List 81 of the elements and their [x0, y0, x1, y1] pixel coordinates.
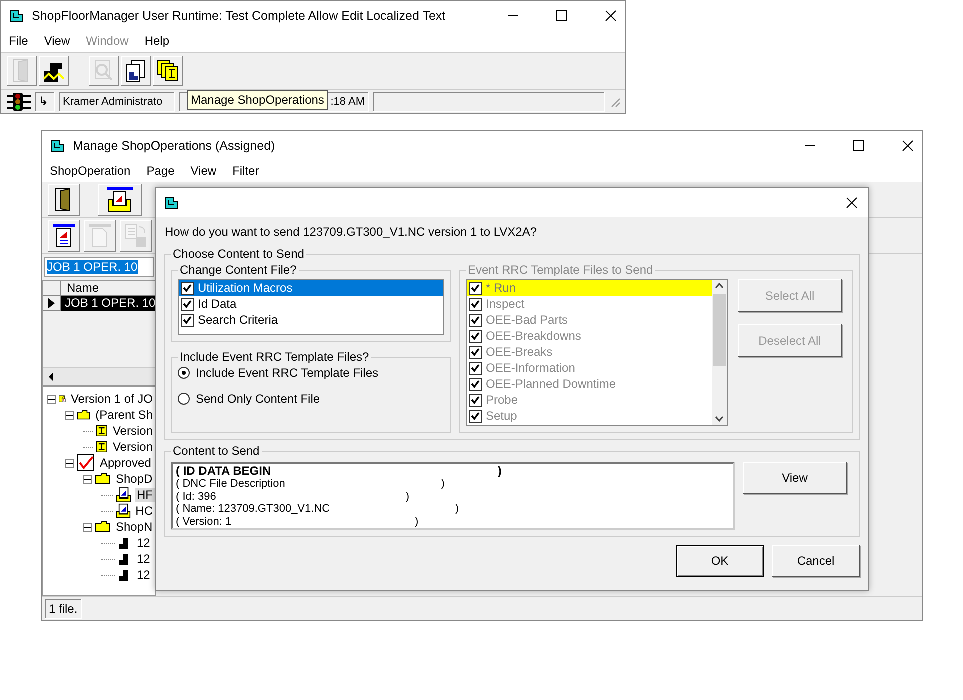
collapse-icon[interactable]	[83, 474, 92, 484]
maximize-icon[interactable]	[853, 140, 865, 152]
window-title: ShopFloorManager User Runtime: Test Complete Allow Edit Localized Text	[32, 8, 446, 22]
tree-item[interactable]: HF	[135, 488, 155, 502]
app-icon	[50, 138, 66, 154]
tree-item[interactable]: 12	[135, 536, 152, 550]
tree-item[interactable]: Version 1 of JO	[68, 392, 155, 406]
window-title: Manage ShopOperations (Assigned)	[73, 138, 276, 152]
ok-button[interactable]: OK	[676, 545, 764, 577]
report-icon	[52, 222, 76, 248]
question-text: How do you want to send 123709.GT300_V1.NC version 1 to LVX2A?	[164, 224, 538, 241]
status-text: 1 file.	[45, 598, 82, 618]
report-tray-icon	[106, 186, 134, 214]
toolbar-button[interactable]	[48, 220, 80, 252]
tree-item[interactable]: ShopN	[114, 520, 155, 534]
horizontal-scrollbar[interactable]	[43, 367, 155, 385]
cancel-button[interactable]: Cancel	[772, 545, 860, 577]
folder-icon	[95, 473, 111, 485]
document-tray-icon	[116, 486, 132, 504]
checkbox[interactable]	[181, 282, 194, 294]
close-icon[interactable]	[605, 10, 617, 22]
tooltip: Manage ShopOperations	[187, 90, 328, 110]
document-tray-icon	[116, 502, 131, 520]
copy-pages-icon	[124, 222, 148, 248]
tree-item[interactable]: ShopD	[114, 472, 155, 486]
template-file-icon	[96, 423, 108, 439]
menu-item[interactable]: View	[190, 164, 217, 178]
template-file-icon	[96, 439, 108, 455]
collapse-icon[interactable]	[47, 394, 56, 404]
group-label: Include Event RRC Template Files?	[179, 350, 370, 364]
toolbar-button[interactable]	[121, 56, 151, 86]
folder-icon	[95, 521, 111, 533]
traffic-light-icon	[5, 92, 31, 112]
tree-item[interactable]: Version	[110, 424, 155, 438]
collapse-icon[interactable]	[65, 410, 74, 420]
checkbox[interactable]	[181, 298, 194, 310]
menu-item[interactable]: Help	[144, 34, 170, 48]
row-pointer-icon	[48, 298, 55, 308]
view-button[interactable]: View	[743, 462, 847, 494]
maximize-icon[interactable]	[556, 10, 568, 22]
radio-option[interactable]: Include Event RRC Template Files	[178, 366, 444, 380]
group-label: Content to Send	[172, 444, 261, 458]
resize-grip-icon[interactable]	[609, 96, 621, 108]
stacked-files-icon	[156, 59, 180, 83]
checkmark-icon	[77, 454, 95, 472]
tree-item[interactable]: 12	[135, 552, 152, 566]
close-icon[interactable]	[846, 196, 858, 208]
collapse-icon[interactable]	[83, 522, 92, 532]
tree-item[interactable]: Version	[110, 440, 155, 454]
close-icon[interactable]	[902, 140, 914, 152]
toolbar-button[interactable]	[98, 184, 142, 216]
toolbar-button[interactable]	[39, 56, 69, 86]
blank-page-icon	[88, 222, 112, 248]
menu-item[interactable]: File	[9, 34, 28, 48]
menu-item[interactable]: View	[44, 34, 70, 48]
status-user: Kramer Administrato	[59, 92, 175, 112]
group-label: Event RRC Template Files to Send	[467, 263, 654, 277]
tree-item[interactable]: HC	[134, 504, 155, 518]
radio-option[interactable]: Send Only Content File	[178, 392, 444, 406]
folder-icon	[77, 409, 91, 421]
checkbox[interactable]	[181, 314, 194, 326]
table-cell[interactable]: JOB 1 OPER. 10	[61, 296, 156, 311]
tree-item[interactable]: (Parent Sh	[94, 408, 155, 422]
tree-item[interactable]: Approved	[98, 456, 154, 470]
list-item[interactable]: Id Data	[179, 296, 443, 312]
document-icon	[124, 59, 148, 83]
menu-item[interactable]: Filter	[232, 164, 260, 178]
tree-item[interactable]: 12	[135, 568, 152, 582]
job-field[interactable]: JOB 1 OPER. 10	[44, 257, 154, 277]
list-item[interactable]: Search Criteria	[179, 312, 443, 328]
group-label: Choose Content to Send	[172, 247, 306, 261]
group-label: Change Content File?	[179, 263, 298, 277]
app-icon	[164, 194, 180, 210]
menu-item[interactable]: ShopOperation	[50, 164, 131, 178]
toolbar-button[interactable]	[48, 184, 80, 216]
list-item[interactable]: Utilization Macros	[179, 280, 443, 296]
toolbar-button[interactable]	[153, 56, 183, 86]
content-text-area[interactable]: ( ID DATA BEGIN ) ( DNC File Description ) ( Id: 396 ) ( Name: 123709.GT300_V1.NC ) ( Version: 1 )	[171, 462, 735, 530]
menu-item[interactable]: Page	[146, 164, 175, 178]
collapse-icon[interactable]	[65, 458, 74, 468]
app-icon	[9, 8, 25, 24]
